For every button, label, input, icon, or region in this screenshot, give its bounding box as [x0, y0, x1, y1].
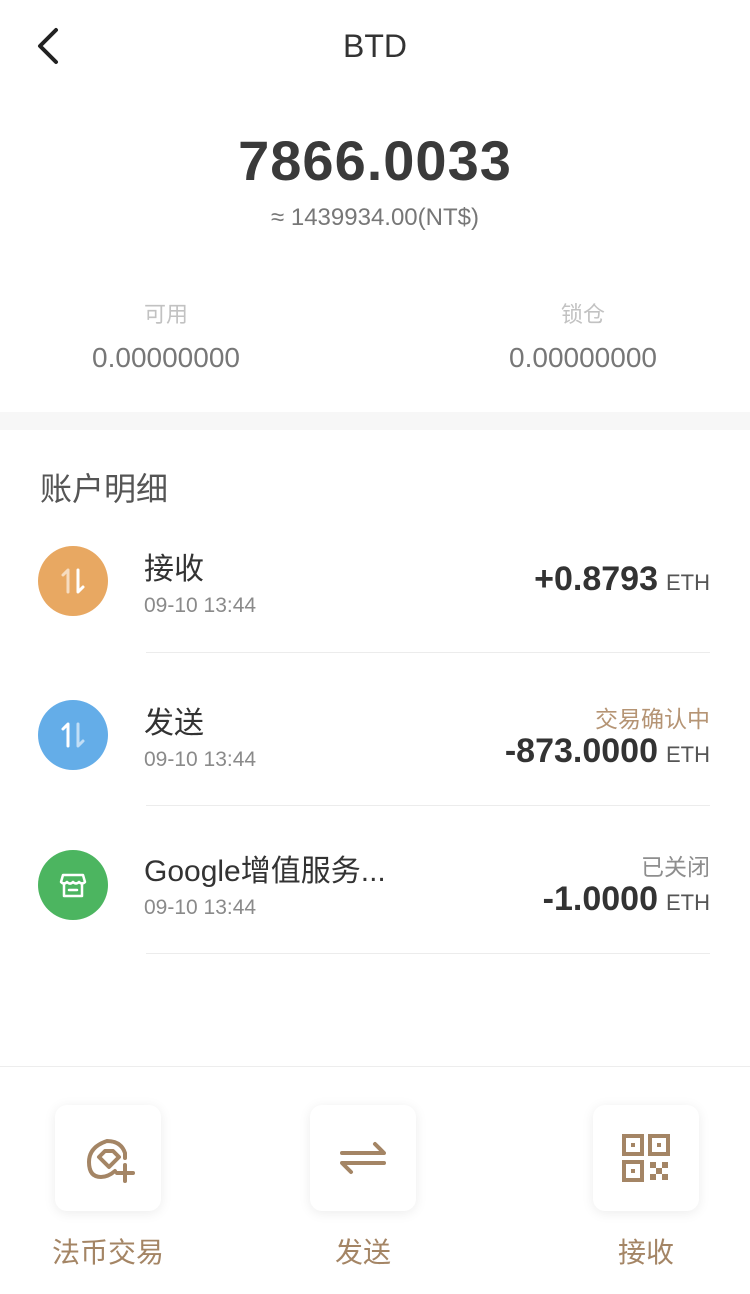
locked-label: 锁仓 — [560, 302, 605, 327]
tx-amount: -873.0000 ETH — [505, 732, 710, 771]
receive-button[interactable]: 接收 — [556, 1105, 736, 1294]
send-label: 发送 — [334, 1237, 391, 1268]
list-item[interactable]: Google增值服务... 09-10 13:44 已关闭 -1.0000 ETH — [0, 828, 750, 978]
receive-icon — [38, 546, 108, 616]
tx-name: 接收 — [144, 553, 204, 586]
tx-amount-unit: ETH — [666, 742, 710, 767]
divider — [146, 953, 710, 954]
tx-amount: -1.0000 ETH — [543, 880, 710, 919]
available-balance: 可用 0.00000000 — [36, 300, 296, 374]
tx-status: 交易确认中 — [595, 706, 710, 732]
total-balance: 7866.0033 — [238, 129, 512, 192]
fiat-trade-icon — [87, 1139, 135, 1183]
store-icon — [38, 850, 108, 920]
send-icon-box[interactable] — [310, 1105, 416, 1211]
receive-label: 接收 — [617, 1237, 674, 1268]
fiat-trade-button[interactable]: 法币交易 — [18, 1105, 198, 1294]
tx-time: 09-10 13:44 — [144, 748, 257, 771]
tx-name: 发送 — [144, 707, 204, 740]
tx-amount-unit: ETH — [666, 570, 710, 595]
list-item[interactable]: 接收 09-10 13:44 +0.8793 ETH — [0, 526, 750, 676]
tx-time: 09-10 13:44 — [144, 594, 257, 617]
send-button[interactable]: 发送 — [273, 1105, 453, 1294]
receive-icon-box[interactable] — [593, 1105, 699, 1211]
tx-name: Google增值服务... — [144, 855, 386, 888]
list-item[interactable]: 发送 09-10 13:44 交易确认中 -873.0000 ETH — [0, 680, 750, 830]
available-label: 可用 — [143, 302, 188, 327]
tx-amount-value: -873.0000 — [504, 732, 658, 770]
locked-balance: 锁仓 0.00000000 — [453, 300, 713, 374]
section-title: 账户明细 — [40, 471, 169, 507]
tx-amount-unit: ETH — [666, 890, 710, 915]
qr-code-icon — [622, 1134, 670, 1182]
fiat-trade-icon-box[interactable] — [55, 1105, 161, 1211]
fiat-value: ≈ 1439934.00(NT$) — [271, 204, 479, 231]
tx-status: 已关闭 — [641, 854, 710, 880]
tx-amount-value: +0.8793 — [534, 560, 658, 598]
balance-header: BTD 7866.0033 ≈ 1439934.00(NT$) 可用 0.000… — [0, 0, 750, 412]
tx-amount: +0.8793 ETH — [534, 560, 710, 599]
fiat-trade-label: 法币交易 — [51, 1237, 164, 1268]
page-title: BTD — [343, 28, 407, 64]
account-details: 账户明细 接收 09-10 13:44 +0.8793 ETH 发送 09-10… — [0, 430, 750, 1066]
locked-value: 0.00000000 — [509, 342, 657, 373]
available-value: 0.00000000 — [92, 342, 240, 373]
send-icon — [38, 700, 108, 770]
tx-time: 09-10 13:44 — [144, 896, 257, 919]
tx-amount-value: -1.0000 — [542, 880, 658, 918]
bottom-action-bar: 法币交易 发送 接收 — [0, 1066, 750, 1294]
divider — [146, 652, 710, 653]
divider — [146, 805, 710, 806]
transfer-icon — [340, 1142, 386, 1174]
